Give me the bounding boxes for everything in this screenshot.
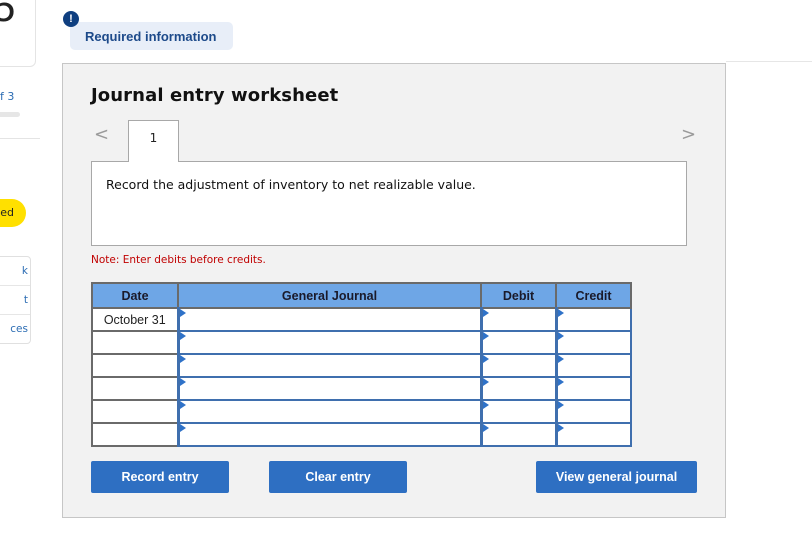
status-badge: ed [0,199,26,227]
table-header-row: Date General Journal Debit Credit [91,282,632,309]
account-dropdown[interactable] [176,399,482,424]
header-credit: Credit [555,282,632,309]
date-cell [91,376,179,401]
divider [726,61,812,62]
note-text: Note: Enter debits before credits. [91,254,266,266]
debit-input[interactable] [479,399,557,424]
debit-input[interactable] [479,353,557,378]
divider [0,138,40,139]
sidebar-link[interactable]: k [0,257,30,286]
date-cell: October 31 [91,307,179,332]
clear-entry-button[interactable]: Clear entry [269,461,407,493]
date-cell [91,330,179,355]
date-cell [91,422,179,447]
debit-input[interactable] [479,330,557,355]
table-row [91,399,632,424]
instruction-text: Record the adjustment of inventory to ne… [106,177,476,192]
credit-input[interactable] [554,307,632,332]
date-cell [91,399,179,424]
alert-icon: ! [63,11,79,27]
header-debit: Debit [480,282,557,309]
sidebar-link[interactable]: t [0,286,30,315]
credit-input[interactable] [554,399,632,424]
question-number: 5 [0,0,16,30]
required-information-label: Required information [85,29,217,44]
journal-entry-worksheet: Journal entry worksheet < 1 > Record the… [62,63,726,518]
view-general-journal-button[interactable]: View general journal [536,461,697,493]
header-date: Date [91,282,179,309]
progress-bar [0,112,20,117]
table-row [91,376,632,401]
journal-table: Date General Journal Debit Credit Octobe… [91,282,632,447]
table-row [91,330,632,355]
credit-input[interactable] [554,330,632,355]
account-dropdown[interactable] [176,376,482,401]
debit-input[interactable] [479,422,557,447]
account-dropdown[interactable] [176,307,482,332]
divider [35,0,36,60]
credit-input[interactable] [554,422,632,447]
table-row: October 31 [91,307,632,332]
chevron-left-icon[interactable]: < [94,124,109,145]
required-information-button[interactable]: Required information [70,22,233,50]
worksheet-title: Journal entry worksheet [91,85,339,106]
record-entry-button[interactable]: Record entry [91,461,229,493]
header-general-journal: General Journal [177,282,482,309]
debit-input[interactable] [479,307,557,332]
date-cell [91,353,179,378]
sidebar-link[interactable]: ces [0,315,30,344]
instruction-box: Record the adjustment of inventory to ne… [91,161,687,246]
credit-input[interactable] [554,376,632,401]
account-dropdown[interactable] [176,422,482,447]
account-dropdown[interactable] [176,330,482,355]
table-row [91,353,632,378]
account-dropdown[interactable] [176,353,482,378]
progress-text: f 3 [0,90,15,103]
debit-input[interactable] [479,376,557,401]
tab-1[interactable]: 1 [128,120,179,162]
credit-input[interactable] [554,353,632,378]
chevron-right-icon[interactable]: > [681,124,696,145]
table-row [91,422,632,447]
sidebar-links: k t ces [0,256,31,344]
